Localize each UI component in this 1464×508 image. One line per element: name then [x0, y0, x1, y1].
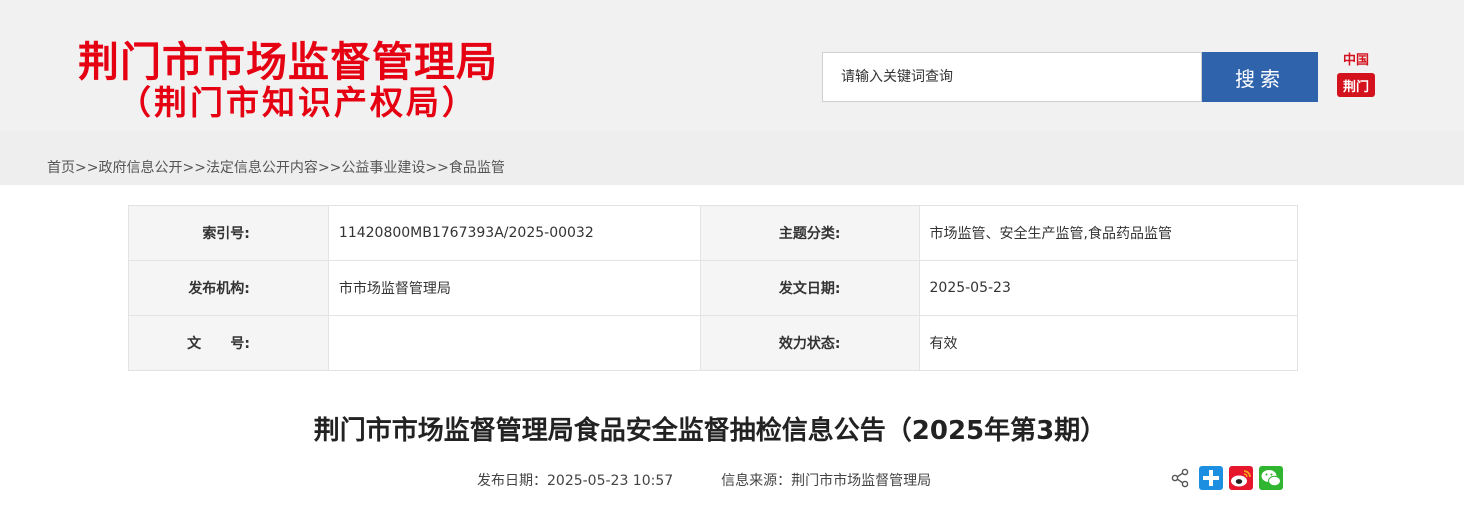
breadcrumb-item-public-welfare[interactable]: 公益事业建设: [341, 160, 425, 176]
document-number-value: [327, 315, 701, 371]
article-meta: 发布日期：2025-05-23 10:57 信息来源：荆门市市场监督管理局: [477, 470, 931, 490]
document-info-table: 索引号: 11420800MB1767393A/2025-00032 主题分类:…: [128, 205, 1298, 371]
issue-date-label: 发文日期:: [699, 260, 920, 316]
seal-bottom-text: 荆门: [1343, 79, 1369, 95]
wechat-icon[interactable]: [1258, 465, 1284, 491]
share-icon[interactable]: [1168, 465, 1194, 491]
breadcrumb-item-statutory[interactable]: 法定信息公开内容: [206, 160, 318, 176]
breadcrumb-home[interactable]: 首页: [47, 160, 75, 176]
breadcrumb-separator: >>: [425, 160, 449, 176]
table-row: 发布机构: 市市场监督管理局 发文日期: 2025-05-23: [128, 260, 1298, 316]
article-title: 荆门市市场监督管理局食品安全监督抽检信息公告（2025年第3期）: [313, 416, 1107, 446]
plus-share-icon[interactable]: [1198, 465, 1224, 491]
seal-top-text: 中国: [1343, 52, 1369, 68]
breadcrumb-item-food[interactable]: 食品监管: [449, 160, 505, 176]
table-row: 文 号: 效力状态: 有效: [128, 315, 1298, 371]
breadcrumb-bar: 首页>>政府信息公开>>法定信息公开内容>>公益事业建设>>食品监管: [0, 130, 1464, 185]
share-bar: [1168, 465, 1284, 491]
issue-date-value: 2025-05-23: [918, 260, 1298, 316]
publisher-label: 发布机构:: [128, 260, 329, 316]
publisher-value: 市市场监督管理局: [327, 260, 701, 316]
breadcrumb: 首页>>政府信息公开>>法定信息公开内容>>公益事业建设>>食品监管: [47, 157, 505, 177]
info-source: 信息来源：荆门市市场监督管理局: [721, 473, 932, 489]
site-subtitle[interactable]: （荆门市知识产权局）: [118, 76, 478, 124]
breadcrumb-item-gov-info[interactable]: 政府信息公开: [98, 160, 182, 176]
search-input[interactable]: [822, 52, 1202, 102]
document-number-label: 文 号:: [128, 315, 329, 371]
topic-category-label: 主题分类:: [699, 205, 920, 261]
breadcrumb-separator: >>: [317, 160, 342, 176]
publish-date: 发布日期：2025-05-23 10:57: [477, 473, 674, 489]
topic-category-value: 市场监管、安全生产监管,食品药品监管: [918, 205, 1298, 261]
weibo-icon[interactable]: [1228, 465, 1254, 491]
index-number-value: 11420800MB1767393A/2025-00032: [327, 205, 701, 261]
validity-status-value: 有效: [918, 315, 1298, 371]
validity-status-label: 效力状态:: [699, 315, 920, 371]
index-number-label: 索引号:: [128, 205, 329, 261]
china-jingmen-seal-logo[interactable]: 中国 荆门: [1334, 49, 1378, 99]
breadcrumb-separator: >>: [75, 160, 99, 176]
search-button[interactable]: 搜索: [1202, 52, 1318, 102]
site-header: 荆门市市场监督管理局 （荆门市知识产权局） 搜索 中国 荆门: [0, 0, 1464, 130]
table-row: 索引号: 11420800MB1767393A/2025-00032 主题分类:…: [128, 205, 1298, 261]
breadcrumb-separator: >>: [182, 160, 206, 176]
